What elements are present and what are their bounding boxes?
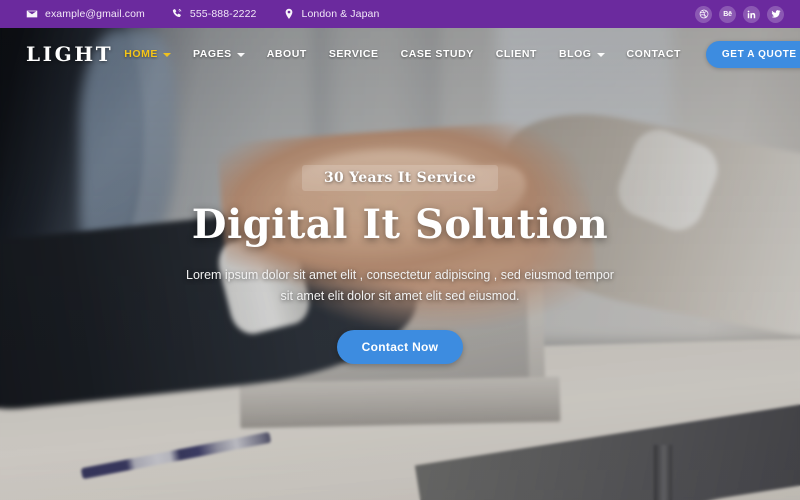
phone-icon [171,8,183,20]
hero-content: 30 Years It Service Digital It Solution … [0,80,800,500]
hero-badge: 30 Years It Service [301,165,499,191]
contact-now-button[interactable]: Contact Now [336,329,464,364]
nav-item-blog-label: BLOG [558,48,592,60]
topbar-phone-text: 555-888-2222 [189,8,257,20]
nav-item-contact-label: CONTACT [626,48,681,60]
topbar-phone[interactable]: 555-888-2222 [171,8,257,20]
nav-item-about-label: ABOUT [266,48,307,60]
nav-item-home[interactable]: HOME [113,48,182,60]
social-links-group: Bē [695,5,784,23]
nav-item-client[interactable]: CLIENT [485,48,548,60]
nav-item-case-study-label: CASE STUDY [400,48,474,60]
behance-label: Bē [723,10,732,18]
nav-item-about[interactable]: ABOUT [256,48,318,60]
topbar-location[interactable]: London & Japan [283,8,380,20]
topbar-email-text: example@gmail.com [45,8,145,20]
site-header: LIGHT HOME PAGES ABOUT SERVICE CASE STUD… [0,28,800,80]
top-info-bar: example@gmail.com 555-888-2222 London & … [0,0,800,28]
envelope-icon [26,8,38,20]
map-pin-icon [283,8,295,20]
landing-page: example@gmail.com 555-888-2222 London & … [0,0,800,500]
topbar-location-text: London & Japan [301,8,380,20]
nav-item-pages[interactable]: PAGES [182,48,256,60]
linkedin-icon[interactable] [743,5,760,23]
nav-item-home-label: HOME [124,48,158,60]
nav-item-client-label: CLIENT [495,48,537,60]
nav-item-blog[interactable]: BLOG [548,48,616,60]
topbar-email[interactable]: example@gmail.com [26,8,145,20]
get-a-quote-button[interactable]: GET A QUOTE [705,40,800,68]
site-logo[interactable]: LIGHT [26,42,113,66]
nav-item-service-label: SERVICE [328,48,379,60]
nav-item-case-study[interactable]: CASE STUDY [390,48,485,60]
nav-item-pages-label: PAGES [192,48,232,60]
chevron-down-icon [236,52,245,57]
top-bar-contact-group: example@gmail.com 555-888-2222 London & … [26,8,695,20]
twitter-icon[interactable] [767,5,784,23]
hero-description: Lorem ipsum dolor sit amet elit , consec… [186,267,614,303]
nav-item-contact[interactable]: CONTACT [616,48,692,60]
chevron-down-icon [162,52,171,57]
nav-item-service[interactable]: SERVICE [318,48,390,60]
chevron-down-icon [596,52,605,57]
hero-title: Digital It Solution [191,201,609,248]
behance-icon[interactable]: Bē [719,5,736,23]
main-navigation: HOME PAGES ABOUT SERVICE CASE STUDY CLIE… [113,40,800,68]
dribbble-icon[interactable] [695,5,712,23]
